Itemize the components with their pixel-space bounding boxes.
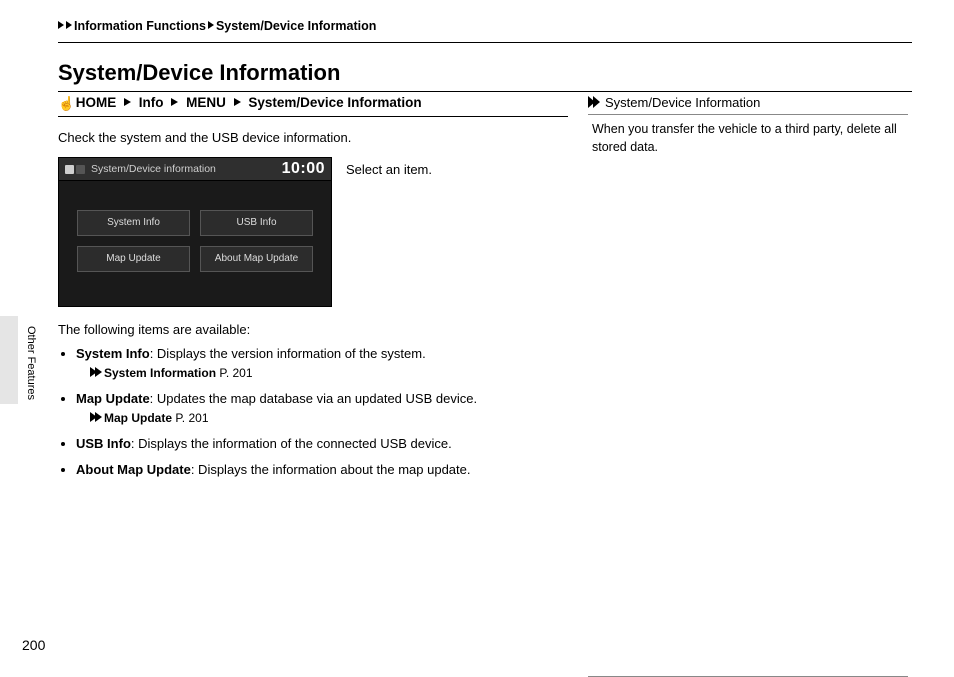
xref-title: System Information [104,366,216,380]
list-item: Map Update: Updates the map database via… [76,390,568,427]
item-title: USB Info [76,436,131,451]
item-desc: : Displays the information of the connec… [131,436,452,451]
xref-title: Map Update [104,411,172,425]
nav-home: HOME [76,95,117,110]
page-title: System/Device Information [58,58,912,89]
side-tab-label: Other Features [22,326,38,400]
about-map-update-button[interactable]: About Map Update [200,246,313,272]
nav-dest: System/Device Information [248,95,421,110]
list-item: System Info: Displays the version inform… [76,345,568,382]
breadcrumb: Information Functions System/Device Infor… [58,18,912,43]
triangle-icon [234,98,241,106]
xref-icon [90,412,102,423]
map-update-button[interactable]: Map Update [77,246,190,272]
side-tab [0,316,18,404]
item-desc: : Updates the map database via an update… [150,391,477,406]
system-info-button[interactable]: System Info [77,210,190,236]
item-list: System Info: Displays the version inform… [58,345,568,479]
item-title: About Map Update [76,462,191,477]
item-title: Map Update [76,391,150,406]
note-header: System/Device Information [588,94,908,115]
nav-path: ☝ HOME Info MENU System/Device Informati… [58,94,568,117]
triangle-icon [58,21,64,29]
page-heading: System/Device Information [58,58,912,92]
screenshot-titlebar: System/Device information 10:00 [59,158,331,181]
titlebar-icons [65,165,85,174]
note-column: System/Device Information When you trans… [588,94,908,677]
page-number: 200 [22,636,45,656]
hand-icon: ☝ [58,95,72,114]
note-icon [588,96,602,108]
usb-info-button[interactable]: USB Info [200,210,313,236]
note-title: System/Device Information [605,95,760,110]
cross-reference: System Information P. 201 [90,365,568,382]
xref-page: P. 201 [216,366,252,380]
cross-reference: Map Update P. 201 [90,410,568,427]
intro-text: Check the system and the USB device info… [58,129,568,147]
screenshot-caption: Select an item. [346,157,432,179]
embedded-screenshot: System/Device information 10:00 System I… [58,157,332,307]
clock-display: 10:00 [282,158,325,180]
xref-icon [90,367,102,378]
triangle-icon [124,98,131,106]
breadcrumb-part-1: Information Functions [74,19,206,33]
breadcrumb-part-2: System/Device Information [216,19,376,33]
list-item: About Map Update: Displays the informati… [76,461,568,479]
triangle-icon [171,98,178,106]
item-desc: : Displays the information about the map… [191,462,471,477]
item-title: System Info [76,346,150,361]
list-item: USB Info: Displays the information of th… [76,435,568,453]
nav-info: Info [139,95,164,110]
xref-page: P. 201 [172,411,208,425]
note-body: When you transfer the vehicle to a third… [588,121,908,156]
triangle-icon [66,21,72,29]
screenshot-title: System/Device information [91,162,216,177]
item-desc: : Displays the version information of th… [150,346,426,361]
triangle-icon [208,21,214,29]
nav-menu: MENU [186,95,226,110]
follow-text: The following items are available: [58,321,568,339]
